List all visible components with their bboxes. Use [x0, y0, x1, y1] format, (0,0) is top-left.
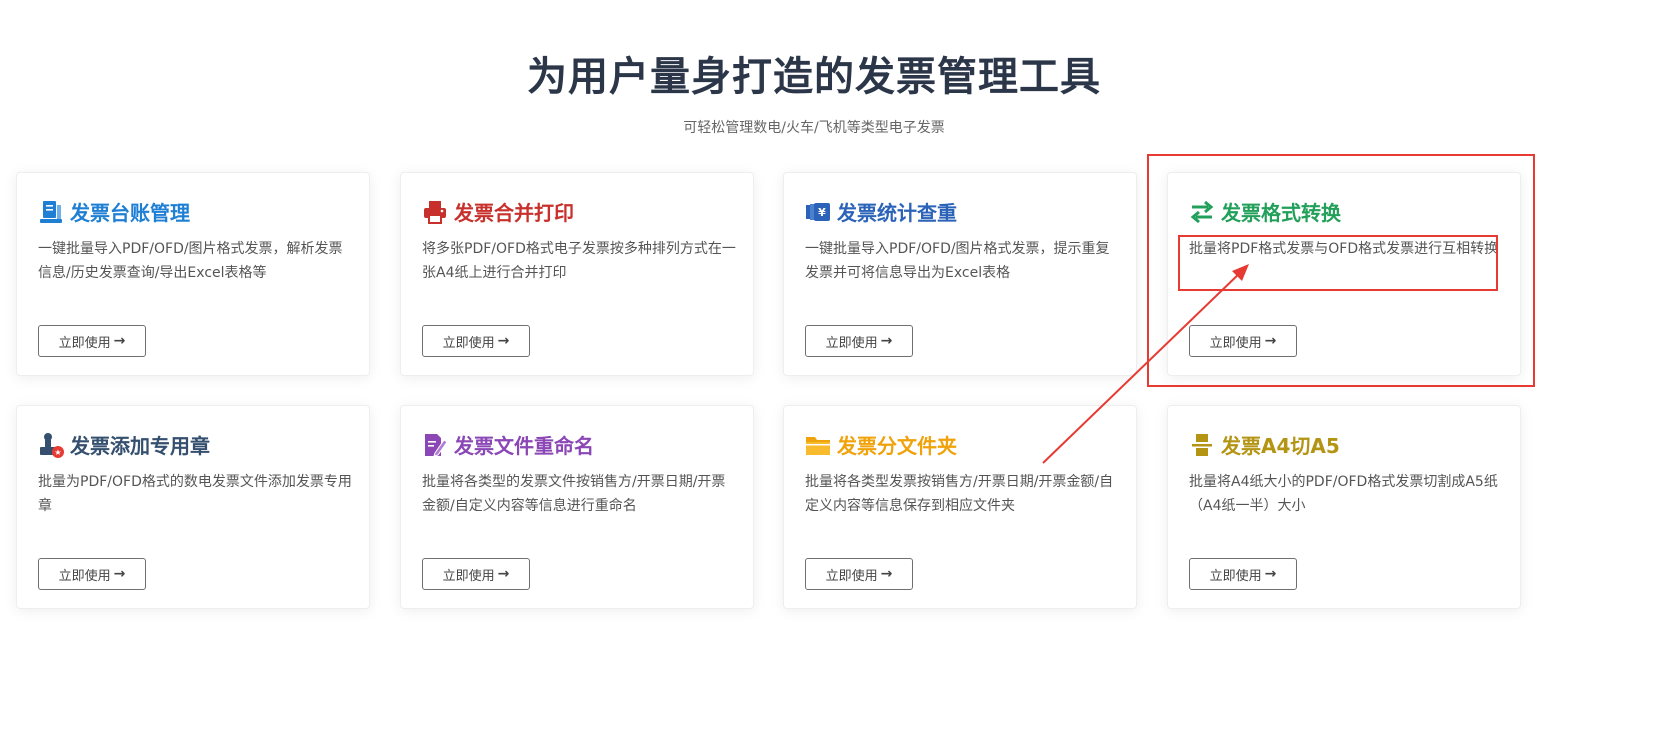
button-label: 立即使用: [825, 568, 878, 584]
arrow-right-icon: →: [113, 566, 126, 582]
card-split-folders: 发票分文件夹 批量将各类型发票按销售方/开票日期/开票金额/自定义内容等信息保存…: [783, 405, 1137, 609]
yen-stack-icon: ¥: [805, 199, 831, 225]
button-label: 立即使用: [1209, 335, 1262, 351]
ledger-icon: [38, 199, 64, 225]
card-statistics-dedup: ¥ 发票统计查重 一键批量导入PDF/OFD/图片格式发票，提示重复发票并可将信…: [783, 172, 1137, 376]
button-label: 立即使用: [442, 335, 495, 351]
stamp-icon: ★: [38, 432, 64, 458]
arrow-right-icon: →: [1264, 566, 1277, 582]
card-description: 批量为PDF/OFD格式的数电发票文件添加发票专用章: [38, 474, 352, 514]
page-title: 为用户量身打造的发票管理工具: [527, 54, 1101, 100]
edit-file-icon: [422, 432, 448, 458]
use-now-button[interactable]: 立即使用 →: [805, 558, 913, 590]
card-description: 将多张PDF/OFD格式电子发票按多种排列方式在一张A4纸上进行合并打印: [422, 241, 736, 281]
card-merge-print: 发票合并打印 将多张PDF/OFD格式电子发票按多种排列方式在一张A4纸上进行合…: [400, 172, 754, 376]
card-title: 发票合并打印: [454, 201, 574, 225]
arrow-right-icon: →: [113, 333, 126, 349]
arrow-right-icon: →: [1264, 333, 1277, 349]
card-title: 发票统计查重: [837, 201, 957, 225]
card-description: 批量将A4纸大小的PDF/OFD格式发票切割成A5纸（A4纸一半）大小: [1189, 474, 1498, 514]
card-title: 发票文件重命名: [454, 434, 594, 458]
svg-text:¥: ¥: [818, 206, 826, 219]
card-title: 发票台账管理: [70, 201, 190, 225]
printer-icon: [422, 199, 448, 225]
card-description: 批量将各类型发票按销售方/开票日期/开票金额/自定义内容等信息保存到相应文件夹: [805, 474, 1114, 514]
arrow-right-icon: →: [497, 566, 510, 582]
card-format-convert: 发票格式转换 批量将PDF格式发票与OFD格式发票进行互相转换 立即使用 →: [1167, 172, 1521, 376]
card-title: 发票添加专用章: [70, 434, 210, 458]
use-now-button[interactable]: 立即使用 →: [38, 325, 146, 357]
button-label: 立即使用: [825, 335, 878, 351]
card-description: 批量将PDF格式发票与OFD格式发票进行互相转换: [1189, 241, 1499, 257]
button-label: 立即使用: [442, 568, 495, 584]
page-subtitle: 可轻松管理数电/火车/飞机等类型电子发票: [683, 120, 945, 136]
button-label: 立即使用: [1209, 568, 1262, 584]
use-now-button[interactable]: 立即使用 →: [38, 558, 146, 590]
card-file-rename: 发票文件重命名 批量将各类型的发票文件按销售方/开票日期/开票金额/自定义内容等…: [400, 405, 754, 609]
folder-icon: [805, 432, 831, 458]
use-now-button[interactable]: 立即使用 →: [805, 325, 913, 357]
button-label: 立即使用: [58, 568, 111, 584]
card-title: 发票格式转换: [1221, 201, 1341, 225]
card-title: 发票分文件夹: [837, 434, 957, 458]
use-now-button[interactable]: 立即使用 →: [422, 325, 530, 357]
arrow-right-icon: →: [880, 566, 893, 582]
button-label: 立即使用: [58, 335, 111, 351]
cut-page-icon: [1189, 432, 1215, 458]
card-description: 批量将各类型的发票文件按销售方/开票日期/开票金额/自定义内容等信息进行重命名: [422, 474, 726, 514]
card-title: 发票A4切A5: [1221, 434, 1340, 458]
use-now-button[interactable]: 立即使用 →: [1189, 558, 1297, 590]
swap-arrows-icon: [1189, 199, 1215, 225]
use-now-button[interactable]: 立即使用 →: [422, 558, 530, 590]
arrow-right-icon: →: [880, 333, 893, 349]
arrow-right-icon: →: [497, 333, 510, 349]
card-add-stamp: ★ 发票添加专用章 批量为PDF/OFD格式的数电发票文件添加发票专用章 立即使…: [16, 405, 370, 609]
card-description: 一键批量导入PDF/OFD/图片格式发票，提示重复发票并可将信息导出为Excel…: [805, 241, 1110, 281]
card-a4-to-a5: 发票A4切A5 批量将A4纸大小的PDF/OFD格式发票切割成A5纸（A4纸一半…: [1167, 405, 1521, 609]
svg-text:★: ★: [54, 448, 61, 457]
use-now-button[interactable]: 立即使用 →: [1189, 325, 1297, 357]
card-description: 一键批量导入PDF/OFD/图片格式发票，解析发票信息/历史发票查询/导出Exc…: [38, 241, 343, 281]
card-invoice-ledger: 发票台账管理 一键批量导入PDF/OFD/图片格式发票，解析发票信息/历史发票查…: [16, 172, 370, 376]
